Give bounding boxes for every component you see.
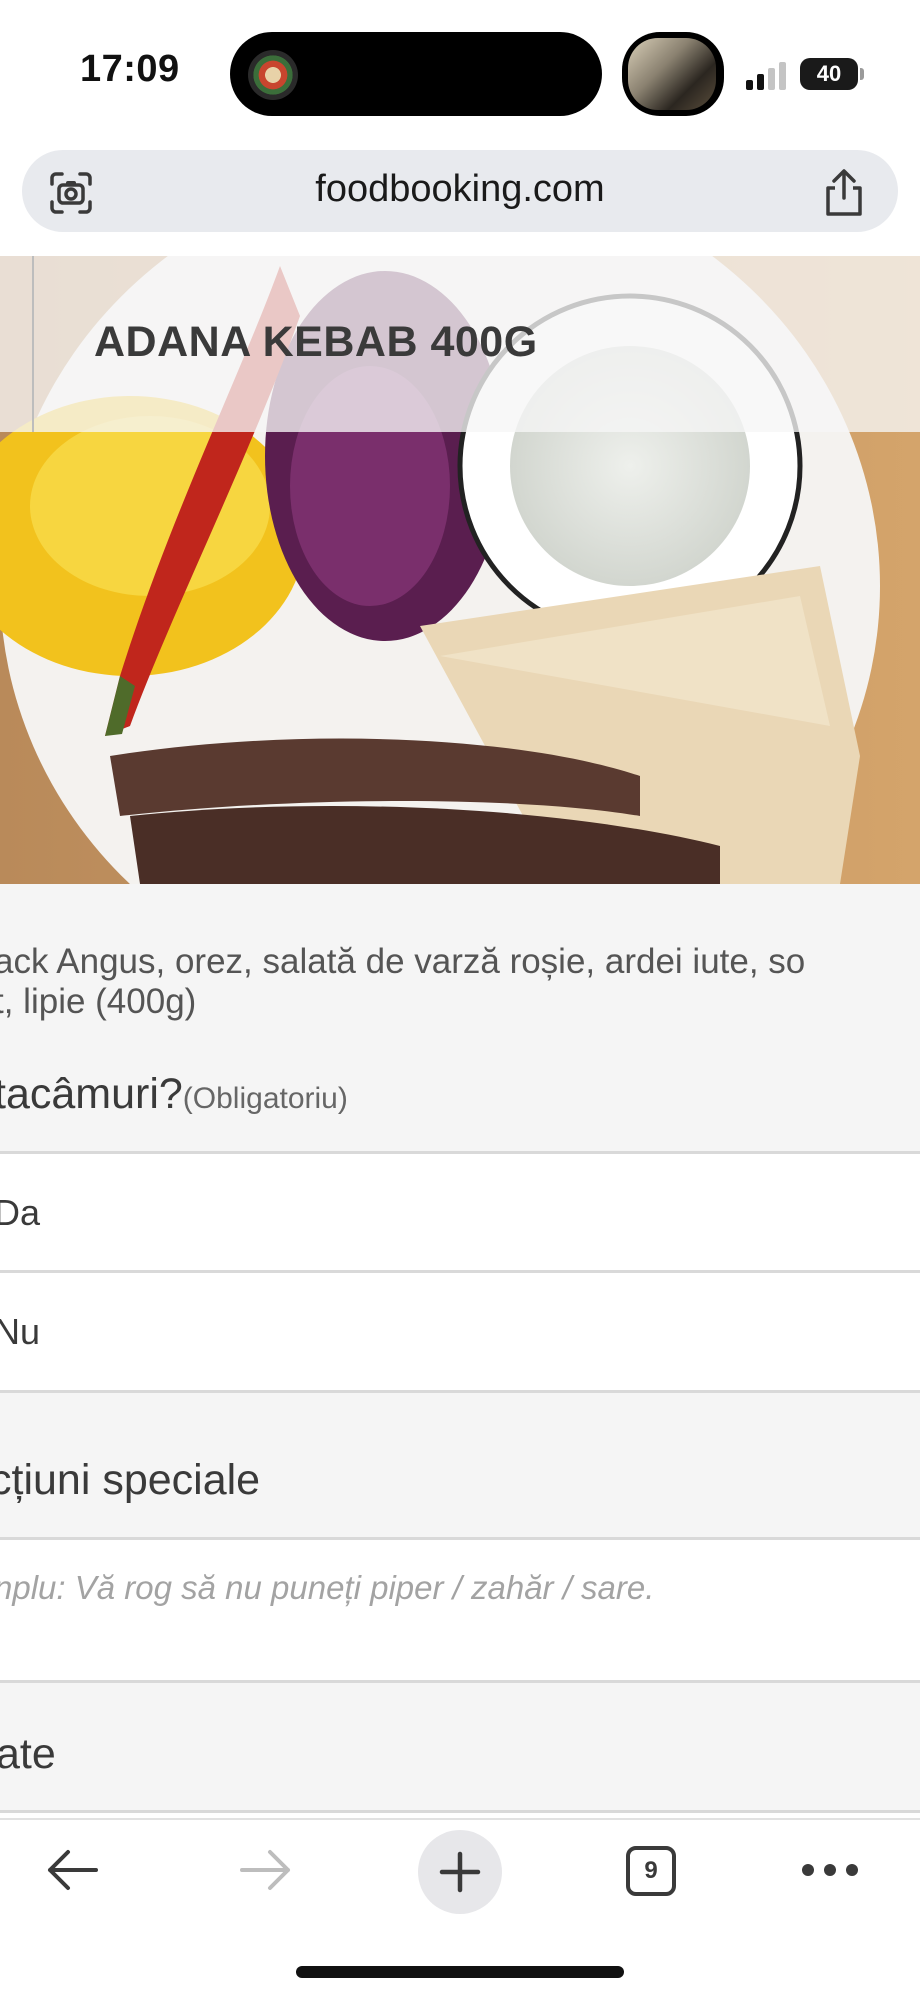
option-row-nu[interactable]: Nu <box>0 1273 920 1389</box>
dish-description: ack Angus, orez, salată de varză roșie, … <box>0 942 806 981</box>
live-activity-thumbnail[interactable] <box>628 38 716 110</box>
special-instructions-input[interactable] <box>0 1540 920 1680</box>
cutlery-question: tacâmuri?(Obligatoriu) <box>0 1070 348 1119</box>
special-instructions-title: cțiuni speciale <box>0 1456 261 1504</box>
dish-title: ADANA KEBAB 400G <box>94 318 538 366</box>
divider <box>0 1810 920 1813</box>
quantity-title: ate <box>0 1730 56 1778</box>
quantity-section <box>0 1683 920 1813</box>
option-label: Nu <box>0 1311 41 1352</box>
more-icon[interactable] <box>800 1862 860 1878</box>
status-time: 17:09 <box>80 48 180 90</box>
cutlery-question-text: tacâmuri? <box>0 1070 183 1118</box>
signal-icon <box>746 62 786 90</box>
battery-cap <box>860 68 864 80</box>
dish-description-line2: t, lipie (400g) <box>0 982 197 1021</box>
required-label: (Obligatoriu) <box>182 1082 348 1115</box>
url-text[interactable]: foodbooking.com <box>0 168 920 211</box>
back-arrow-icon[interactable] <box>44 1848 100 1892</box>
share-icon[interactable] <box>820 168 868 218</box>
home-indicator[interactable] <box>296 1966 624 1978</box>
special-instructions-placeholder: nplu: Vă rog să nu puneți piper / zahăr … <box>0 1569 655 1606</box>
forward-arrow-icon[interactable] <box>238 1848 294 1892</box>
banner-divider <box>32 256 34 432</box>
tabs-icon[interactable]: 9 <box>626 1846 676 1896</box>
now-playing-thumbnail[interactable] <box>248 50 298 100</box>
plus-icon[interactable] <box>438 1850 482 1894</box>
battery-indicator: 40 <box>800 58 858 90</box>
option-row-da[interactable]: Da <box>0 1154 920 1270</box>
option-label: Da <box>0 1192 41 1233</box>
